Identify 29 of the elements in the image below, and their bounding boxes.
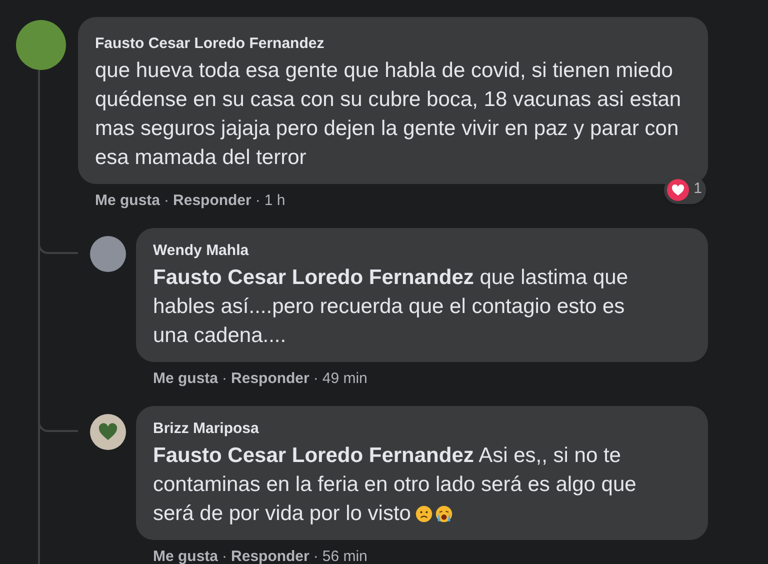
like-link[interactable]: Me gusta	[153, 368, 218, 390]
like-link[interactable]: Me gusta	[95, 190, 160, 212]
avatar[interactable]	[90, 236, 126, 272]
reply-text: Fausto Cesar Loredo Fernandez Asi es,, si no te contaminas en la feria en otro lado será es algo que será de por vida por lo visto	[153, 442, 638, 526]
comment-text: que hueva toda esa gente que habla de covid, si tienen miedo quédense en su casa con su cubre boca, 18 vacunas asi estan mas seguros jajaja pero dejen la gente vivir en paz y parar con esa mamada del terror	[95, 58, 682, 170]
reply-link[interactable]: Responder	[231, 546, 310, 564]
author-name[interactable]: Wendy Mahla	[153, 240, 691, 262]
separator: ·	[222, 368, 228, 388]
reaction-badge[interactable]: 1	[664, 176, 706, 204]
timestamp[interactable]: 56 min	[322, 546, 368, 564]
frowning-face-icon	[414, 504, 433, 522]
reply-link[interactable]: Responder	[231, 368, 310, 390]
timestamp[interactable]: 49 min	[322, 368, 368, 390]
reply-link[interactable]: Responder	[173, 190, 252, 212]
like-link[interactable]: Me gusta	[153, 546, 218, 564]
separator: ·	[222, 546, 228, 564]
crying-face-icon	[434, 504, 453, 522]
avatar[interactable]	[16, 20, 66, 70]
author-name[interactable]: Fausto Cesar Loredo Fernandez	[95, 33, 691, 56]
separator: ·	[313, 546, 318, 564]
separator: ·	[255, 190, 260, 210]
reply-text: Fausto Cesar Loredo Fernandez que lastima que hables así....pero recuerda que el contagio esto es una cadena....	[153, 264, 630, 348]
avatar[interactable]	[90, 414, 126, 450]
separator: ·	[313, 368, 318, 388]
reaction-count: 1	[694, 179, 702, 200]
author-name[interactable]: Brizz Mariposa	[153, 418, 691, 440]
timestamp[interactable]: 1 h	[264, 190, 286, 212]
heart-icon	[98, 423, 118, 441]
separator: ·	[164, 190, 170, 210]
